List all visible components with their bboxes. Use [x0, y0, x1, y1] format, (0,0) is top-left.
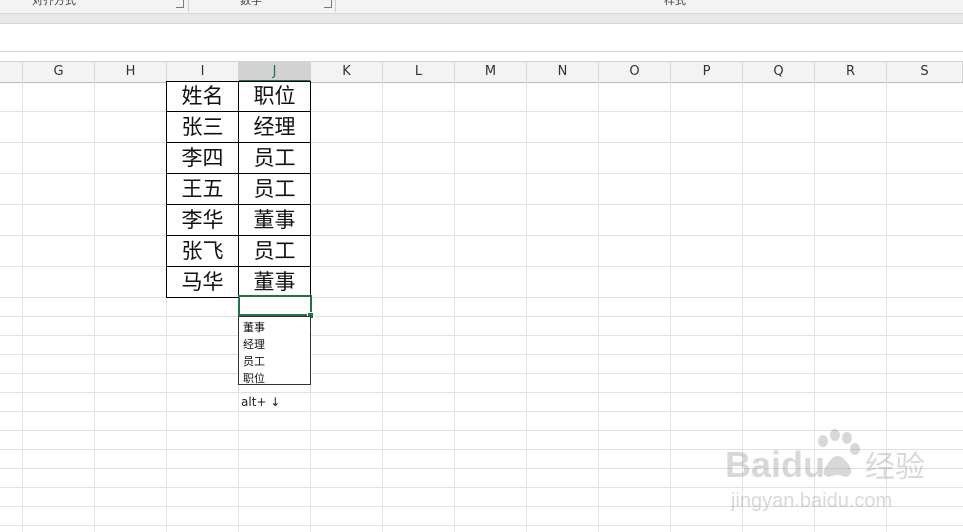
shortcut-hint: alt+ ↓	[241, 395, 280, 409]
gridline	[670, 81, 671, 532]
pick-list-dropdown: 董事 经理 员工 职位	[238, 316, 311, 385]
gridline	[0, 297, 963, 298]
gridline	[0, 411, 963, 412]
gridline	[0, 373, 963, 374]
gridline	[22, 81, 23, 532]
watermark-brand: Baidu	[725, 444, 825, 485]
gridline	[0, 204, 963, 205]
column-header-s[interactable]: S	[887, 62, 963, 82]
column-header-m[interactable]: M	[455, 62, 527, 82]
watermark-url: jingyan.baidu.com	[730, 490, 892, 512]
dropdown-item[interactable]: 董事	[239, 319, 310, 336]
table-cell-title[interactable]: 经理	[238, 111, 311, 143]
alignment-dialog-launcher-icon[interactable]	[176, 0, 184, 8]
column-header-r[interactable]: R	[815, 62, 887, 82]
ribbon-group-number-label: 数字	[240, 0, 262, 7]
gridline	[382, 81, 383, 532]
table-cell-name[interactable]: 张三	[166, 111, 239, 143]
column-header-i[interactable]: I	[167, 62, 239, 82]
table-cell-title[interactable]: 员工	[238, 235, 311, 267]
number-dialog-launcher-icon[interactable]	[324, 0, 332, 8]
active-cell[interactable]	[238, 295, 312, 316]
table-cell-title[interactable]: 员工	[238, 173, 311, 205]
column-headers: G H I J K L M N O P Q R S	[0, 61, 963, 83]
table-cell-name[interactable]: 马华	[166, 266, 239, 298]
gridline	[526, 81, 527, 532]
column-header-l[interactable]: L	[383, 62, 455, 82]
ribbon-group-styles-label: 样式	[664, 0, 686, 7]
gridline	[0, 173, 963, 174]
column-header-p[interactable]: P	[671, 62, 743, 82]
dropdown-item[interactable]: 职位	[239, 370, 310, 387]
gridline	[0, 142, 963, 143]
gridline	[0, 111, 963, 112]
column-header-partial[interactable]	[0, 62, 23, 82]
column-header-j[interactable]: J	[239, 62, 311, 82]
gridline	[598, 81, 599, 532]
table-cell-title[interactable]: 董事	[238, 204, 311, 236]
column-header-g[interactable]: G	[23, 62, 95, 82]
column-header-q[interactable]: Q	[743, 62, 815, 82]
gridline	[94, 81, 95, 532]
ribbon-separator	[188, 0, 189, 12]
gridline	[0, 316, 963, 317]
arrow-down-icon: ↓	[270, 395, 281, 409]
watermark-suffix: 经验	[865, 450, 925, 485]
table-header-title[interactable]: 职位	[238, 81, 311, 112]
table-cell-name[interactable]: 王五	[166, 173, 239, 205]
gridline	[0, 525, 963, 526]
gridline	[0, 354, 963, 355]
column-header-k[interactable]: K	[311, 62, 383, 82]
column-header-h[interactable]: H	[95, 62, 167, 82]
table-cell-name[interactable]: 张飞	[166, 235, 239, 267]
gridline	[0, 335, 963, 336]
gridline	[0, 392, 963, 393]
table-header-name[interactable]: 姓名	[166, 81, 239, 112]
ribbon: 对齐方式 数字 样式	[0, 0, 963, 14]
baidu-watermark-logo: Baidu 经验 jingyan.baidu.com	[725, 429, 925, 512]
shortcut-hint-text: alt+	[241, 395, 267, 409]
dropdown-item[interactable]: 经理	[239, 336, 310, 353]
gridline	[0, 235, 963, 236]
column-header-o[interactable]: O	[599, 62, 671, 82]
ribbon-group-alignment-label: 对齐方式	[32, 0, 76, 7]
ribbon-separator	[335, 0, 336, 12]
column-header-n[interactable]: N	[527, 62, 599, 82]
table-cell-name[interactable]: 李华	[166, 204, 239, 236]
gridline	[0, 266, 963, 267]
ribbon-bottom-bar	[0, 14, 963, 24]
dropdown-item[interactable]: 员工	[239, 353, 310, 370]
formula-bar-area	[0, 24, 963, 52]
table-cell-title[interactable]: 董事	[238, 266, 311, 298]
table-cell-title[interactable]: 员工	[238, 142, 311, 174]
table-cell-name[interactable]: 李四	[166, 142, 239, 174]
gridline	[454, 81, 455, 532]
